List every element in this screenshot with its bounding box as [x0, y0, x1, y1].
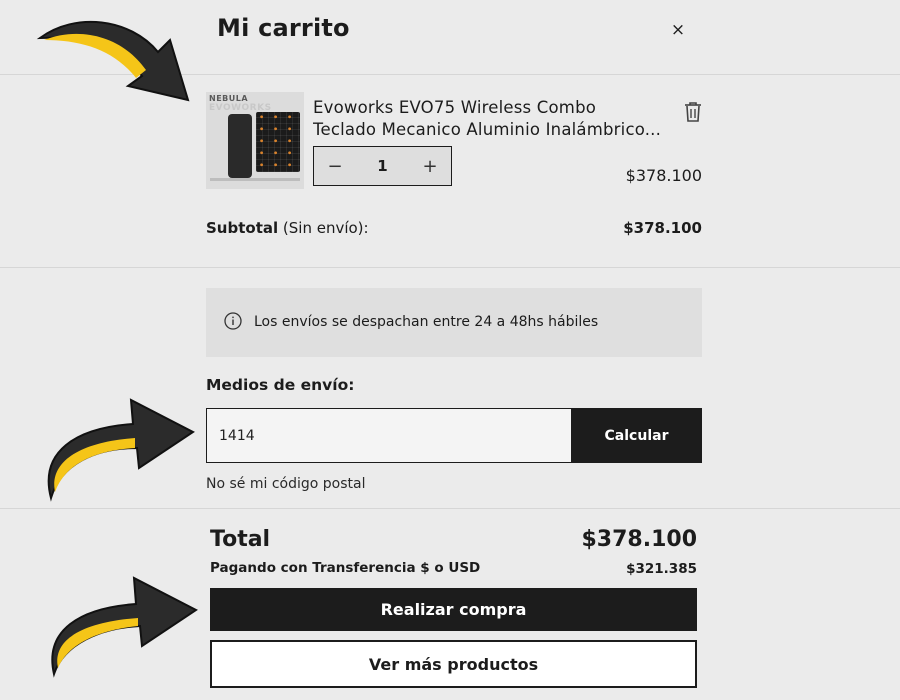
total-value: $378.100 — [581, 527, 697, 552]
shipping-info-box: Los envíos se despachan entre 24 a 48hs … — [206, 288, 702, 357]
pointer-arrow-icon — [36, 20, 190, 102]
subtotal-label: Subtotal (Sin envío): — [206, 219, 369, 237]
shipping-methods-label: Medios de envío: — [206, 376, 355, 394]
product-image-caption-strip — [210, 178, 300, 181]
trash-icon[interactable] — [682, 100, 704, 124]
checkout-button[interactable]: Realizar compra — [210, 588, 697, 631]
quantity-value[interactable]: 1 — [356, 147, 409, 185]
postal-code-field[interactable] — [206, 408, 572, 463]
shipping-info-text: Los envíos se despachan entre 24 a 48hs … — [254, 314, 599, 330]
no-postal-code-link[interactable]: No sé mi código postal — [206, 476, 365, 492]
pointer-arrow-icon — [51, 576, 198, 678]
product-name-line1[interactable]: Evoworks EVO75 Wireless Combo — [313, 97, 685, 119]
postal-code-input[interactable] — [207, 409, 559, 462]
calculate-button[interactable]: Calcular — [571, 408, 702, 463]
cart-title: Mi carrito — [217, 14, 350, 42]
product-image-keyboard — [256, 112, 300, 172]
transfer-payment-label: Pagando con Transferencia $ o USD — [210, 560, 481, 576]
product-name-line2[interactable]: Teclado Mecanico Aluminio Inalámbrico... — [313, 119, 685, 141]
quantity-stepper: − 1 + — [313, 146, 452, 186]
more-products-button[interactable]: Ver más productos — [210, 640, 697, 688]
product-image-brand: NEBULA — [209, 94, 249, 103]
product-image-wrist-rest — [228, 114, 252, 178]
minus-icon[interactable]: − — [314, 147, 356, 185]
product-image[interactable]: NEBULA EVOWORKS — [206, 92, 304, 189]
close-icon[interactable]: × — [668, 18, 688, 42]
divider — [0, 508, 900, 509]
info-icon — [224, 312, 242, 330]
divider — [0, 267, 900, 268]
product-name[interactable]: Evoworks EVO75 Wireless Combo Teclado Me… — [313, 97, 685, 141]
total-label: Total — [210, 527, 271, 552]
subtotal-label-bold: Subtotal — [206, 219, 279, 237]
subtotal-value: $378.100 — [623, 219, 702, 237]
plus-icon[interactable]: + — [409, 147, 451, 185]
pointer-arrow-icon — [47, 398, 195, 502]
product-price: $378.100 — [625, 166, 702, 185]
transfer-payment-value: $321.385 — [626, 561, 697, 577]
subtotal-label-rest: (Sin envío): — [278, 219, 369, 237]
